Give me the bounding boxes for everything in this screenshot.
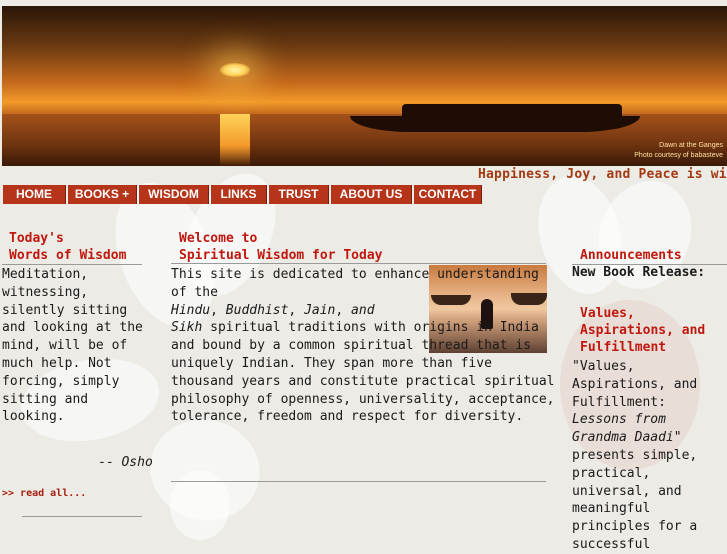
nav-books-label: BOOKS	[74, 187, 119, 201]
nav-trust-label: TRUST	[278, 187, 319, 201]
words-of-wisdom-heading: Today's Words of Wisdom	[9, 230, 126, 264]
tradition-hindu: Hindu	[171, 302, 211, 318]
nav-about-us-label: ABOUT US	[339, 187, 403, 201]
nav-trust[interactable]: TRUST	[269, 185, 329, 204]
photo-caption-credit: Photo courtesy of babasteve	[634, 152, 723, 159]
nav-wisdom[interactable]: WISDOM	[139, 185, 209, 204]
new-book-release-label: New Book Release:	[572, 265, 706, 280]
nav-home[interactable]: HOME	[3, 185, 66, 204]
welcome-heading: Welcome to Spiritual Wisdom for Today	[179, 230, 383, 264]
divider	[171, 481, 546, 482]
tradition-jain: Jain	[304, 302, 336, 318]
nav-books[interactable]: BOOKS +	[68, 185, 137, 204]
divider	[22, 516, 142, 517]
main-navigation: HOME BOOKS + WISDOM LINKS TRUST ABOUT US…	[3, 185, 482, 204]
sun-reflection	[220, 114, 250, 166]
header-banner-image: Dawn at the Ganges Photo courtesy of bab…	[2, 6, 727, 166]
welcome-text-body: spiritual traditions with origins in Ind…	[171, 320, 555, 425]
divider	[2, 264, 142, 265]
book-description-open: "Values, Aspirations, and Fulfillment:	[572, 359, 698, 410]
nav-contact[interactable]: CONTACT	[414, 185, 482, 204]
nav-contact-label: CONTACT	[418, 187, 477, 201]
book-title-line: Aspirations, and	[580, 323, 706, 338]
author-prefix: --	[98, 455, 122, 470]
divider	[171, 263, 546, 264]
photo-caption: Dawn at the Ganges Photo courtesy of bab…	[634, 141, 723, 161]
heading-line: Welcome to	[179, 231, 258, 246]
expand-plus-icon: +	[122, 187, 130, 201]
heading-line: Spiritual Wisdom for Today	[179, 248, 383, 263]
read-all-link[interactable]: >> read all...	[2, 488, 86, 499]
nav-wisdom-label: WISDOM	[148, 187, 199, 201]
nav-links-label: LINKS	[220, 187, 257, 201]
announcements-heading: Announcements	[580, 248, 682, 263]
welcome-text: This site is dedicated to enhance unders…	[171, 267, 555, 425]
nav-links[interactable]: LINKS	[211, 185, 267, 204]
nav-home-label: HOME	[16, 187, 52, 201]
wisdom-quote: Meditation, witnessing, silently sitting…	[2, 267, 143, 425]
heading-line: Today's	[9, 231, 64, 246]
book-description: "Values, Aspirations, and Fulfillment: L…	[572, 358, 727, 554]
book-title-link[interactable]: Values, Aspirations, and Fulfillment	[580, 305, 705, 356]
heading-line: Words of Wisdom	[9, 248, 127, 263]
nav-about-us[interactable]: ABOUT US	[331, 185, 412, 204]
photo-caption-title: Dawn at the Ganges	[659, 142, 723, 149]
tradition-sikh: Sikh	[171, 320, 203, 336]
book-subtitle: Lessons from Grandma Daadi	[572, 412, 674, 446]
book-title-line: Values,	[580, 306, 635, 321]
welcome-text-intro: This site is dedicated to enhance unders…	[171, 267, 539, 300]
book-description-body: " presents simple, practical, universal,…	[572, 430, 698, 552]
sun	[220, 63, 250, 77]
site-tagline: Happiness, Joy, and Peace is wi	[478, 167, 727, 182]
quote-author: -- Osho	[98, 455, 153, 470]
conjunction: and	[351, 302, 375, 318]
tradition-buddhist: Buddhist	[225, 302, 289, 318]
book-title-line: Fulfillment	[580, 340, 667, 355]
author-name: Osho	[121, 455, 153, 470]
boat-silhouette	[350, 116, 640, 132]
